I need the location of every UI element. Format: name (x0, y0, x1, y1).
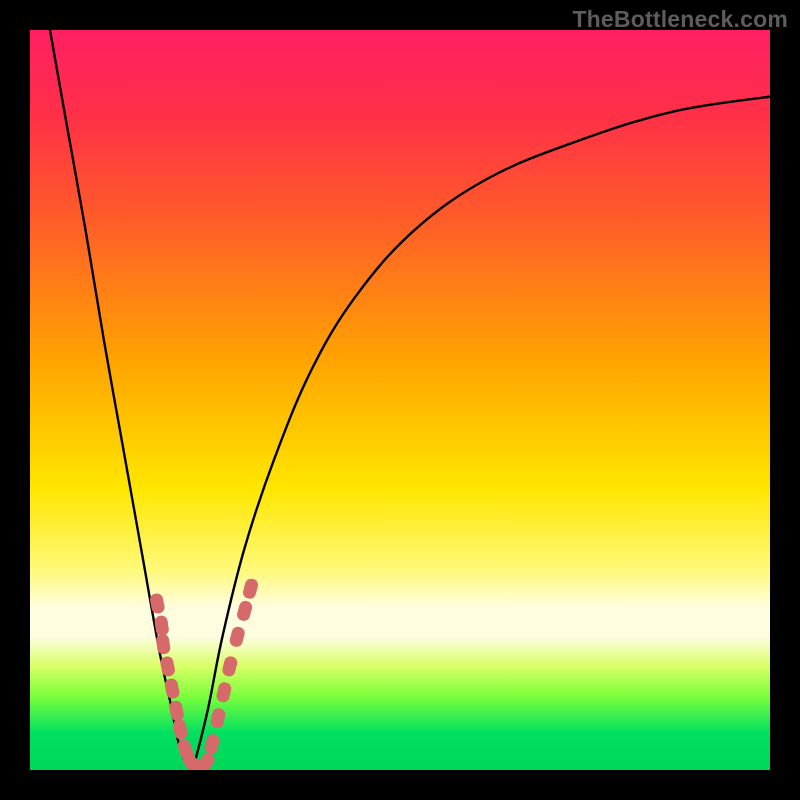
chart-frame: TheBottleneck.com (0, 0, 800, 800)
watermark-text: TheBottleneck.com (572, 6, 788, 33)
data-marker (242, 577, 260, 600)
plot-area (30, 30, 770, 770)
data-marker (203, 733, 221, 756)
data-marker (221, 655, 238, 677)
curve-layer (30, 30, 770, 770)
data-marker (155, 633, 171, 655)
data-marker (236, 600, 254, 623)
data-marker (209, 707, 226, 729)
data-marker (215, 681, 232, 703)
data-marker (228, 625, 246, 648)
curve-right-branch (193, 97, 770, 770)
